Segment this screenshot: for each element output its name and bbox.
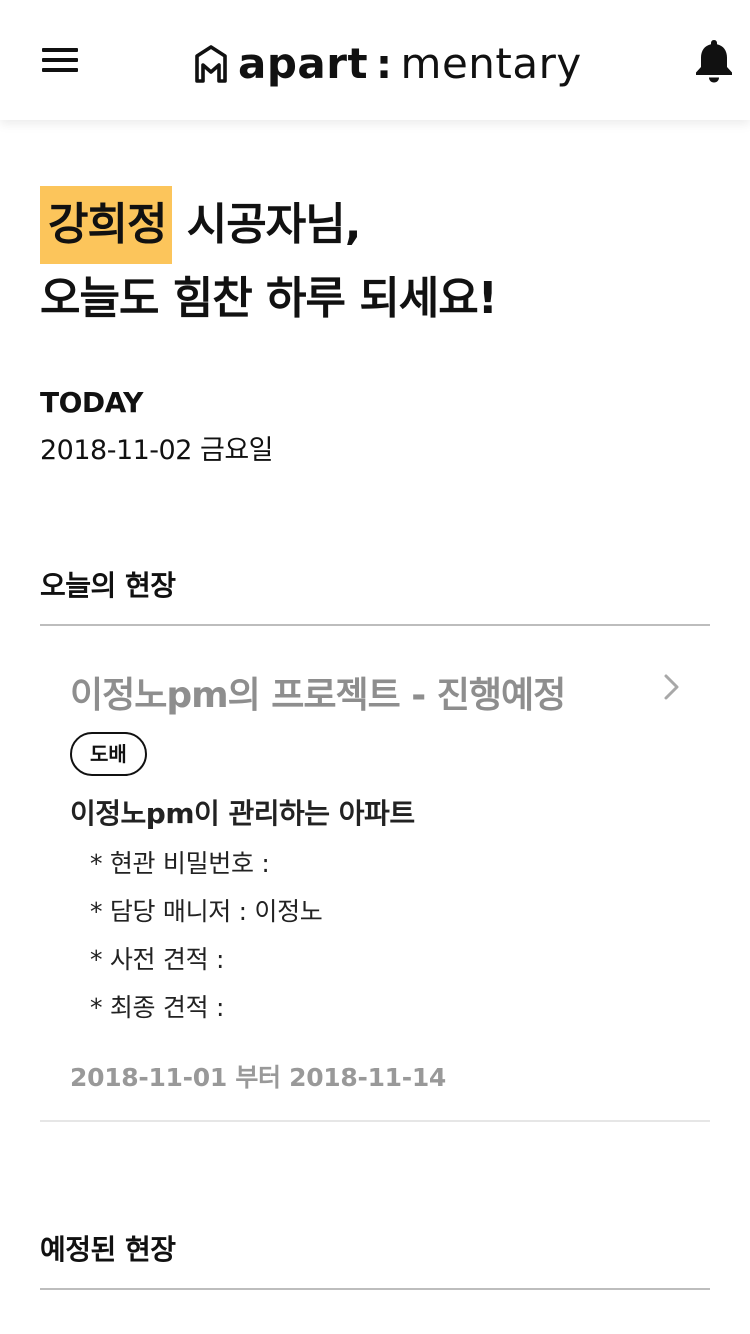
- app-logo[interactable]: apart : mentary: [194, 36, 582, 92]
- apartment-name: 이정노pm이 관리하는 아파트: [70, 797, 415, 830]
- section-title-scheduled-sites: 예정된 현장: [40, 1233, 176, 1266]
- greeting-block: 강희정 시공자님, 오늘도 힘찬 하루 되세요!: [40, 186, 720, 334]
- section-title-today-sites: 오늘의 현장: [40, 569, 176, 602]
- today-date: 2018-11-02 금요일: [40, 435, 274, 466]
- app-screen: apart : mentary 강희정 시공자님, 오늘도 힘찬 하루 되세요!…: [0, 0, 750, 1334]
- hamburger-icon: [40, 40, 80, 80]
- detail-door-password: * 현관 비밀번호 :: [90, 849, 270, 878]
- detail-pre-estimate: * 사전 견적 :: [90, 945, 225, 974]
- today-label: TODAY: [40, 386, 143, 419]
- logo-text-mentary: mentary: [400, 39, 582, 88]
- logo-text-colon: :: [376, 42, 393, 88]
- bell-icon: [696, 40, 732, 83]
- menu-button[interactable]: [40, 40, 80, 80]
- section-divider: [40, 624, 710, 626]
- house-logo-icon: [195, 45, 227, 83]
- site-card-title: 이정노pm의 프로젝트 - 진행예정: [70, 675, 566, 716]
- detail-final-estimate: * 최종 견적 :: [90, 993, 225, 1022]
- notification-button[interactable]: [692, 38, 736, 84]
- work-type-badge: 도배: [70, 732, 147, 776]
- logo-text-apart: apart: [238, 39, 369, 88]
- greeting-suffix: 시공자님,: [186, 199, 362, 250]
- chevron-right-icon: [664, 674, 679, 700]
- detail-manager: * 담당 매니저 : 이정노: [90, 897, 323, 926]
- site-period: 2018-11-01 부터 2018-11-14: [70, 1063, 447, 1092]
- site-card[interactable]: 이정노pm의 프로젝트 - 진행예정 도배 이정노pm이 관리하는 아파트 * …: [40, 628, 710, 1120]
- greeting-line-2: 오늘도 힘찬 하루 되세요!: [40, 273, 498, 324]
- top-header: apart : mentary: [0, 0, 750, 120]
- greeting-line-1: 강희정 시공자님,: [40, 186, 720, 264]
- card-divider: [40, 1120, 710, 1122]
- section-divider-scheduled: [40, 1288, 710, 1290]
- user-name: 강희정: [40, 186, 173, 264]
- logo-wordmark: apart : mentary: [238, 39, 582, 88]
